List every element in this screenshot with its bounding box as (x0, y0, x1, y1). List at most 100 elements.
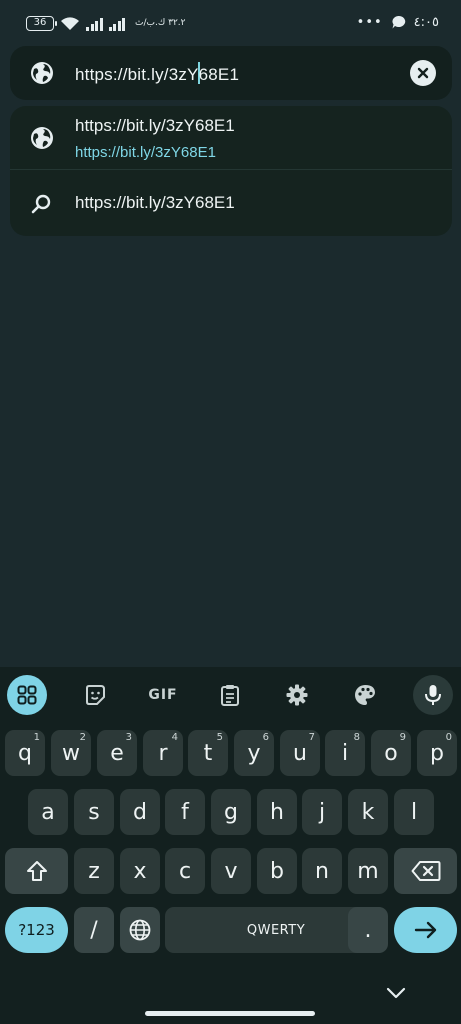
status-bar: 36 ٣٢.٢ ك.ب/ث ••• ٤:٠٥ (0, 0, 461, 48)
gear-icon (286, 684, 308, 706)
url-input[interactable]: https://bit.ly/3zY68E1 (75, 62, 239, 85)
key-q[interactable]: q1 (5, 730, 45, 776)
key-g[interactable]: g (211, 789, 251, 835)
settings-button[interactable] (277, 675, 317, 715)
key-hint: 5 (216, 732, 223, 743)
globe-icon (31, 127, 53, 149)
key-l[interactable]: l (394, 789, 434, 835)
key-f[interactable]: f (165, 789, 205, 835)
key-hint: 4 (171, 732, 178, 743)
key-label: / (90, 917, 98, 943)
clear-url-button[interactable] (410, 60, 436, 86)
key-hint: 1 (33, 732, 40, 743)
globe-icon (31, 62, 53, 84)
key-b[interactable]: b (257, 848, 297, 894)
address-bar[interactable]: https://bit.ly/3zY68E1 (10, 46, 452, 100)
backspace-key[interactable] (394, 848, 457, 894)
key-slash[interactable]: / (74, 907, 114, 953)
key-d[interactable]: d (120, 789, 160, 835)
key-hint: 7 (308, 732, 315, 743)
clipboard-button[interactable] (210, 675, 250, 715)
key-e[interactable]: e3 (97, 730, 137, 776)
key-m[interactable]: m (348, 848, 388, 894)
key-n[interactable]: n (302, 848, 342, 894)
key-label: b (270, 858, 284, 884)
sticker-button[interactable] (75, 675, 115, 715)
key-i[interactable]: i8 (325, 730, 365, 776)
wifi-icon (61, 17, 79, 30)
voice-input-button[interactable] (413, 675, 453, 715)
key-y[interactable]: y6 (234, 730, 274, 776)
status-right: ••• ٤:٠٥ (357, 15, 439, 30)
network-speed: ٣٢.٢ ك.ب/ث (135, 18, 186, 28)
key-label: l (410, 799, 418, 825)
key-x[interactable]: x (120, 848, 160, 894)
status-left: 36 ٣٢.٢ ك.ب/ث (26, 16, 186, 31)
shift-key[interactable] (5, 848, 68, 894)
key-label: c (178, 858, 192, 884)
key-label: r (158, 740, 168, 766)
keyboard-apps-button[interactable] (7, 675, 47, 715)
hide-keyboard-icon[interactable] (386, 986, 406, 1000)
shift-icon (26, 861, 47, 881)
battery-indicator: 36 (26, 16, 57, 31)
keyboard-toolbar: GIF (0, 667, 461, 723)
key-label: j (318, 799, 326, 825)
signal-icon (86, 17, 103, 31)
key-a[interactable]: a (28, 789, 68, 835)
suggestion-title: https://bit.ly/3zY68E1 (75, 116, 235, 135)
key-label: o (384, 740, 398, 766)
suggestion-item-url[interactable]: https://bit.ly/3zY68E1 https://bit.ly/3z… (10, 106, 452, 170)
suggestion-url: https://bit.ly/3zY68E1 (75, 144, 216, 161)
suggestion-title: https://bit.ly/3zY68E1 (75, 193, 235, 212)
key-label: d (133, 799, 147, 825)
search-icon (31, 194, 51, 214)
key-hint: 2 (79, 732, 86, 743)
key-z[interactable]: z (74, 848, 114, 894)
chat-icon (392, 15, 405, 29)
suggestion-item-search[interactable]: https://bit.ly/3zY68E1 (10, 171, 452, 236)
key-label: y (247, 740, 261, 766)
key-j[interactable]: j (302, 789, 342, 835)
key-label: z (88, 858, 100, 884)
key-label: m (357, 858, 379, 884)
key-label: x (133, 858, 147, 884)
clipboard-icon (221, 685, 239, 706)
key-r[interactable]: r4 (143, 730, 183, 776)
key-period[interactable]: . (348, 907, 388, 953)
key-c[interactable]: c (165, 848, 205, 894)
key-label: p (430, 740, 444, 766)
key-u[interactable]: u7 (280, 730, 320, 776)
key-hint: 9 (399, 732, 406, 743)
key-o[interactable]: o9 (371, 730, 411, 776)
key-s[interactable]: s (74, 789, 114, 835)
key-t[interactable]: t5 (188, 730, 228, 776)
home-gesture-bar[interactable] (145, 1011, 315, 1016)
mic-icon (425, 685, 441, 705)
close-icon (417, 67, 429, 79)
backspace-icon (411, 861, 440, 881)
url-text-after-caret: 68E1 (198, 65, 240, 84)
key-k[interactable]: k (348, 789, 388, 835)
key-label: e (110, 740, 124, 766)
key-label: i (341, 740, 349, 766)
clock: ٤:٠٥ (413, 15, 439, 30)
grid-icon (17, 685, 37, 705)
signal-icon (108, 17, 125, 31)
key-label: w (62, 740, 80, 766)
key-w[interactable]: w2 (51, 730, 91, 776)
theme-button[interactable] (345, 675, 385, 715)
language-key[interactable] (120, 907, 160, 953)
symbols-key[interactable]: ?123 (5, 907, 68, 953)
key-v[interactable]: v (211, 848, 251, 894)
key-hint: 0 (445, 732, 452, 743)
key-label: a (41, 799, 55, 825)
key-label: v (224, 858, 238, 884)
keyboard: GIF q 1 w 2 e 3 r 4 t 5 y 6 u 7 i 8 o 9 … (0, 667, 461, 1024)
key-label: k (361, 799, 375, 825)
key-p[interactable]: p0 (417, 730, 457, 776)
go-key[interactable] (394, 907, 457, 953)
key-hint: 6 (262, 732, 269, 743)
key-h[interactable]: h (257, 789, 297, 835)
gif-button[interactable]: GIF (143, 675, 183, 715)
